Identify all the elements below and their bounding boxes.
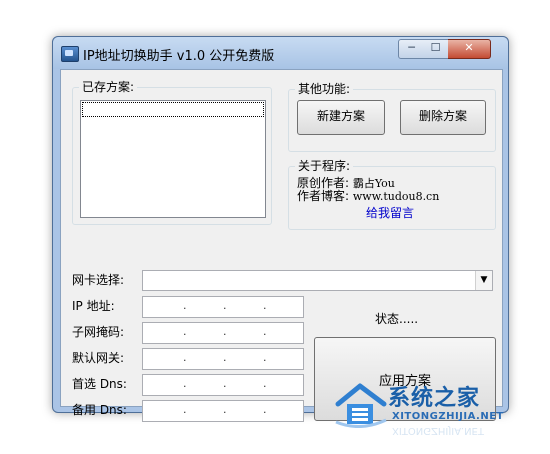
house-logo-icon [335,383,387,428]
ip-dot: . [263,325,267,338]
ip-dot: . [263,299,267,312]
blog-value: www.tudou8.cn [352,190,440,203]
blog-key: 作者博客: [297,189,350,203]
ip-dot: . [263,403,267,416]
primary-dns-field[interactable]: . . . [142,374,304,396]
ip-dot: . [223,403,227,416]
other-functions-group: 其他功能: 新建方案 删除方案 [288,82,496,152]
subnet-mask-field[interactable]: . . . [142,322,304,344]
about-label: 关于程序: [295,159,354,173]
maximize-button[interactable]: ☐ [423,39,449,59]
minimize-button[interactable]: ─ [398,39,425,59]
nic-label: 网卡选择: [72,273,125,287]
watermark-title: 系统之家 [388,386,481,411]
ip-dot: . [223,377,227,390]
dropdown-arrow-icon[interactable]: ▼ [475,271,492,290]
author-value: 霸占You [352,177,395,190]
ip-label: IP 地址: [72,299,115,313]
watermark: 系统之家 XITONGZHIJIA.NET XITONGZHIJIA.NET [334,370,542,448]
dns2-label: 备用 Dns: [72,403,127,417]
window-title: IP地址切换助手 v1.0 公开免费版 [83,49,275,64]
ip-dot: . [263,377,267,390]
gateway-label: 默认网关: [72,351,125,365]
ip-address-field[interactable]: . . . [142,296,304,318]
app-icon [61,46,79,62]
main-window: IP地址切换助手 v1.0 公开免费版 ─ ☐ ✕ 已存方案: 其他功能: 新建… [52,36,509,422]
ip-dot: . [263,351,267,364]
close-button[interactable]: ✕ [448,39,491,59]
message-link[interactable]: 给我留言 [366,204,414,221]
nic-select[interactable]: ▼ [142,270,493,291]
subnet-label: 子网掩码: [72,325,125,339]
ip-dot: . [183,299,187,312]
ip-dot: . [183,351,187,364]
ip-dot: . [223,325,227,338]
status-text: 状态..... [375,312,419,326]
new-plan-button[interactable]: 新建方案 [297,100,385,135]
ip-dot: . [223,299,227,312]
delete-plan-button[interactable]: 删除方案 [400,100,486,135]
list-item[interactable] [82,102,264,117]
title-bar[interactable]: IP地址切换助手 v1.0 公开免费版 ─ ☐ ✕ [53,37,508,69]
minimize-icon: ─ [408,41,415,54]
about-group: 关于程序: 原创作者: 霸占You 作者博客: www.tudou8.cn 给我… [288,159,496,230]
ip-dot: . [183,325,187,338]
saved-plans-group: 已存方案: [72,80,272,225]
watermark-subtitle: XITONGZHIJIA.NET [392,411,504,422]
other-functions-label: 其他功能: [295,82,354,96]
dns1-label: 首选 Dns: [72,377,127,391]
ip-dot: . [183,403,187,416]
blog-line: 作者博客: www.tudou8.cn [297,189,440,204]
client-area: 已存方案: 其他功能: 新建方案 删除方案 关于程序: 原创作者: 霸占You … [60,69,503,422]
close-icon: ✕ [464,41,474,54]
saved-plans-label: 已存方案: [79,80,138,94]
watermark-reflection: XITONGZHIJIA.NET [392,425,484,436]
gateway-field[interactable]: . . . [142,348,304,370]
ip-dot: . [223,351,227,364]
maximize-icon: ☐ [430,41,441,54]
saved-plans-list[interactable] [80,100,266,218]
ip-dot: . [183,377,187,390]
secondary-dns-field[interactable]: . . . [142,400,304,422]
author-key: 原创作者: [297,176,350,190]
